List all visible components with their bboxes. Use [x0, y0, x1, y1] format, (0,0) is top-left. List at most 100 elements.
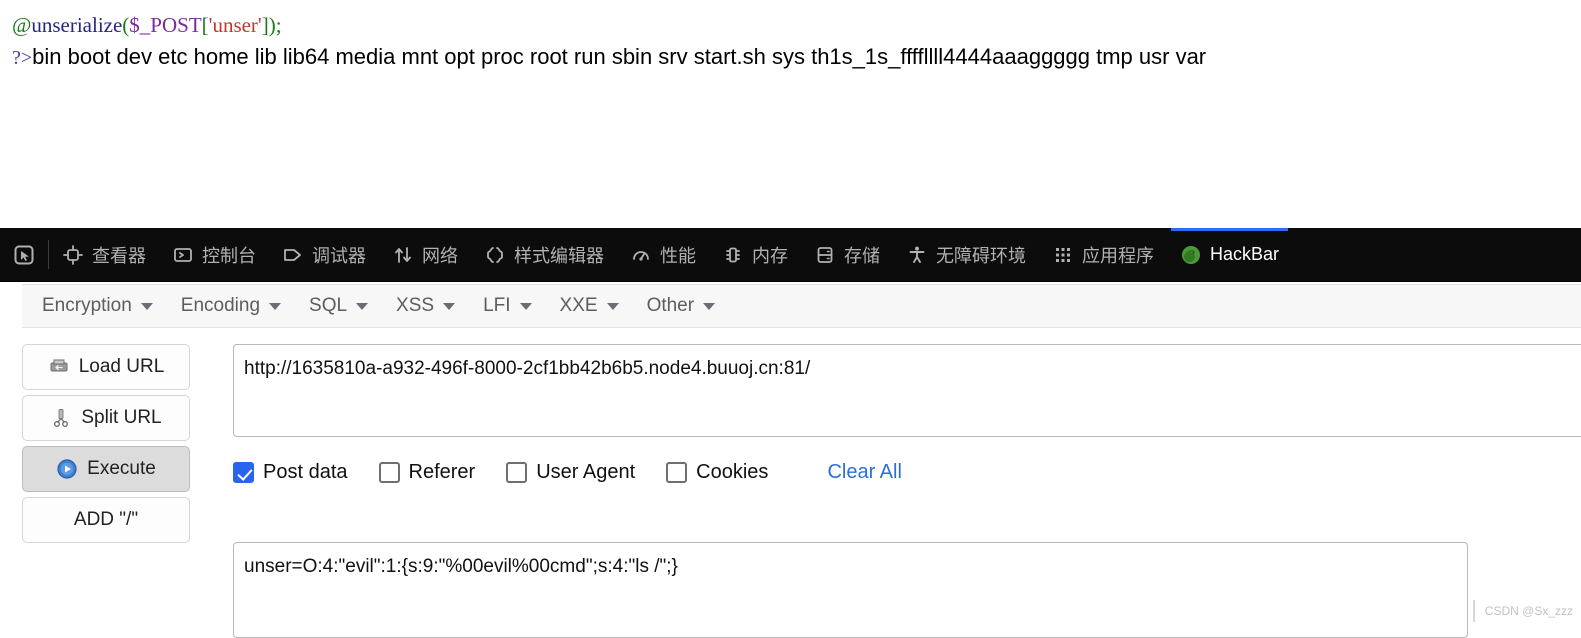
post-data-checkbox-box[interactable] [233, 461, 254, 483]
user-agent-label: User Agent [536, 460, 636, 483]
debugger-icon [282, 244, 304, 266]
split-url-button[interactable]: Split URL [22, 395, 190, 441]
load-url-button[interactable]: Load URL [22, 344, 190, 390]
php-semicolon-token: ; [275, 13, 282, 37]
chevron-down-icon [140, 302, 153, 310]
menu-lfi-label: LFI [483, 295, 511, 316]
checkbox-cookies[interactable]: Cookies [666, 461, 768, 484]
checkbox-user-agent[interactable]: User Agent [506, 461, 635, 484]
split-url-icon [50, 407, 72, 429]
chevron-down-icon [703, 302, 716, 310]
tab-debugger[interactable]: 调试器 [269, 228, 379, 281]
tab-style-editor-label: 样式编辑器 [514, 245, 604, 266]
php-close-bracket-token: ] [261, 13, 269, 37]
post-data-input[interactable] [233, 542, 1468, 638]
load-url-label: Load URL [78, 356, 165, 377]
performance-icon [630, 244, 652, 266]
php-close-tag: ?> [12, 47, 33, 69]
tab-hackbar[interactable]: HackBar [1167, 228, 1292, 281]
tab-performance-label: 性能 [660, 245, 696, 266]
storage-icon [814, 244, 836, 266]
menu-xxe-label: XXE [559, 295, 598, 316]
chevron-down-icon [519, 302, 532, 310]
csdn-watermark: CSDN @Sx_zzz [1472, 600, 1573, 622]
execute-play-icon [56, 458, 78, 480]
tab-network-label: 网络 [422, 245, 458, 266]
tab-application-label: 应用程序 [1082, 245, 1154, 266]
user-agent-checkbox-box[interactable] [506, 461, 528, 483]
referer-label: Referer [408, 460, 476, 483]
tab-storage-label: 存储 [844, 245, 880, 266]
tab-memory-label: 内存 [752, 245, 788, 266]
menu-xss[interactable]: XSS [382, 289, 469, 323]
element-picker-icon [13, 244, 35, 266]
tab-storage[interactable]: 存储 [801, 228, 893, 281]
clear-all-link[interactable]: Clear All [827, 461, 901, 484]
request-options-row: Post data Referer User Agent Cookies Cle… [233, 454, 902, 490]
referer-checkbox-box[interactable] [378, 461, 400, 483]
tab-inspector[interactable]: 查看器 [49, 228, 159, 281]
add-slash-label: ADD "/" [73, 509, 139, 530]
menu-xss-label: XSS [396, 295, 435, 316]
chevron-down-icon [606, 302, 619, 310]
menu-encoding-label: Encoding [180, 295, 261, 316]
cookies-checkbox-box[interactable] [666, 461, 688, 483]
tab-console-label: 控制台 [202, 245, 256, 266]
hackbar-menubar: Encryption Encoding SQL XSS LFI XXE Othe… [22, 284, 1581, 328]
firefox-icon [1180, 244, 1202, 266]
menu-lfi[interactable]: LFI [469, 289, 545, 323]
style-editor-icon [484, 244, 506, 266]
tab-network[interactable]: 网络 [379, 228, 471, 281]
php-function-token: unserialize [31, 13, 123, 37]
console-icon [172, 244, 194, 266]
tab-hackbar-label: HackBar [1210, 244, 1280, 264]
tab-performance[interactable]: 性能 [617, 228, 709, 281]
load-url-icon [48, 356, 70, 378]
menu-other[interactable]: Other [633, 289, 730, 323]
execute-label: Execute [87, 458, 156, 479]
add-slash-button[interactable]: ADD "/" [22, 497, 190, 543]
checkbox-referer[interactable]: Referer [378, 460, 476, 484]
tab-accessibility-label: 无障碍环境 [936, 245, 1026, 266]
php-code-line: @unserialize($_POST['unser']); [12, 12, 282, 38]
tab-console[interactable]: 控制台 [159, 228, 269, 281]
php-string-token: 'unser' [208, 13, 262, 37]
element-picker-button[interactable] [0, 228, 48, 281]
tab-memory[interactable]: 内存 [709, 228, 801, 281]
chevron-down-icon [356, 302, 369, 310]
ls-output-text: bin boot dev etc home lib lib64 media mn… [32, 44, 1207, 69]
devtools-tab-list: 查看器 控制台 调试器 网络 样式编辑器 性能 内存 存储 无障碍环境 应用程序… [49, 228, 1581, 281]
menu-encryption[interactable]: Encryption [28, 289, 167, 323]
accessibility-icon [906, 244, 928, 266]
menu-sql[interactable]: SQL [295, 289, 382, 323]
php-variable-token: $_POST [129, 13, 202, 37]
tab-application[interactable]: 应用程序 [1039, 228, 1167, 281]
menu-encoding[interactable]: Encoding [167, 289, 295, 323]
php-at-token: @ [12, 13, 32, 37]
inspector-icon [62, 244, 84, 266]
menu-other-label: Other [646, 295, 695, 316]
tab-accessibility[interactable]: 无障碍环境 [893, 228, 1039, 281]
tab-style-editor[interactable]: 样式编辑器 [471, 228, 617, 281]
command-output-line: ?>bin boot dev etc home lib lib64 media … [12, 42, 1206, 73]
post-data-label: Post data [263, 460, 348, 483]
checkbox-post-data[interactable]: Post data [233, 461, 348, 484]
execute-button[interactable]: Execute [22, 446, 190, 492]
chevron-down-icon [443, 302, 456, 310]
hackbar-action-buttons: Load URL Split URL Execute ADD "/" [22, 344, 190, 548]
menu-sql-label: SQL [309, 295, 348, 316]
tab-inspector-label: 查看器 [92, 245, 146, 266]
devtools-toolbar: 查看器 控制台 调试器 网络 样式编辑器 性能 内存 存储 无障碍环境 应用程序… [0, 228, 1581, 282]
url-input[interactable] [233, 344, 1581, 437]
hackbar-panel: Encryption Encoding SQL XSS LFI XXE Othe… [0, 282, 1581, 638]
screenshot-root: @unserialize($_POST['unser']); ?>bin boo… [0, 0, 1581, 638]
browser-page-content: @unserialize($_POST['unser']); ?>bin boo… [0, 0, 1581, 228]
cookies-label: Cookies [696, 460, 769, 483]
application-icon [1052, 244, 1074, 266]
php-open-bracket-token: [ [201, 13, 209, 37]
php-close-paren-token: ) [268, 13, 276, 37]
chevron-down-icon [269, 302, 282, 310]
tab-debugger-label: 调试器 [312, 245, 366, 266]
memory-icon [722, 244, 744, 266]
menu-xxe[interactable]: XXE [546, 289, 633, 323]
